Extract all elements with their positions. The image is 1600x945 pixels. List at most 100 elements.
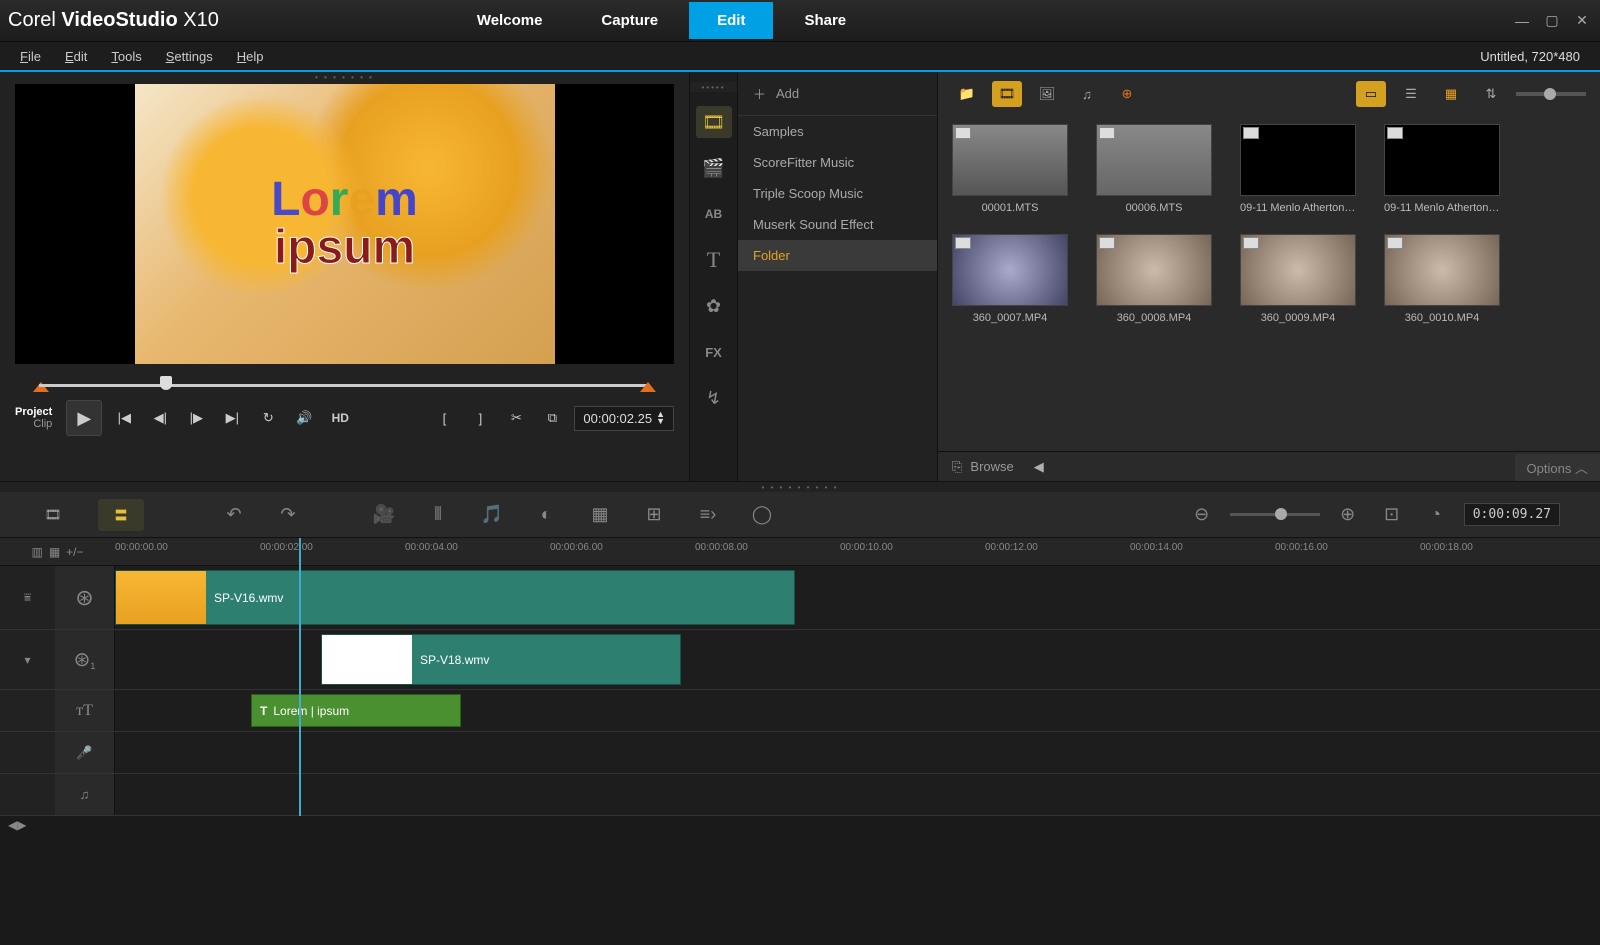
go-start-button[interactable]: |◀ bbox=[110, 404, 138, 432]
time-remap-button[interactable]: ≡› bbox=[692, 499, 724, 531]
sound-mixer-button[interactable]: ⫴ bbox=[422, 499, 454, 531]
folder-folder[interactable]: Folder bbox=[738, 240, 937, 271]
fit-project-button[interactable]: ⊡ bbox=[1376, 499, 1408, 531]
mode-clip-label[interactable]: Clip bbox=[33, 418, 52, 430]
repeat-button[interactable]: ↻ bbox=[254, 404, 282, 432]
mark-in-button[interactable]: [ bbox=[430, 404, 458, 432]
preview-timecode[interactable]: 00:00:02.25 ▲▼ bbox=[574, 406, 674, 431]
batch-icon[interactable]: ▦ bbox=[49, 545, 60, 559]
library-item[interactable]: 360_0009.MP4 bbox=[1240, 234, 1356, 324]
auto-music-button[interactable]: 🎵 bbox=[476, 499, 508, 531]
track-lock-area[interactable]: ⩸ bbox=[0, 566, 55, 629]
scrubber-handle[interactable] bbox=[160, 376, 172, 390]
preview-viewport[interactable]: Lorem ipsum bbox=[15, 84, 674, 364]
library-item[interactable]: 360_0008.MP4 bbox=[1096, 234, 1212, 324]
split-clip-button[interactable]: ✂ bbox=[502, 404, 530, 432]
tab-edit[interactable]: Edit bbox=[689, 2, 773, 39]
video-track-head[interactable]: ⊛ bbox=[55, 566, 115, 629]
multi-cam-button[interactable]: ⊞ bbox=[638, 499, 670, 531]
show-all-icon[interactable]: ▥ bbox=[31, 545, 42, 559]
panel-grip[interactable]: • • • • • • • • • bbox=[0, 482, 1600, 492]
track-motion-button[interactable]: ▦ bbox=[584, 499, 616, 531]
library-item[interactable]: 00006.MTS bbox=[1096, 124, 1212, 214]
timeline-timecode[interactable]: 0:00:09.27 bbox=[1464, 503, 1560, 526]
video-clip[interactable]: SP-V16.wmv bbox=[115, 570, 795, 625]
zoom-out-button[interactable]: ⊖ bbox=[1186, 499, 1218, 531]
title-track-body[interactable]: T Lorem | ipsum bbox=[115, 690, 1600, 731]
overlay-track-body[interactable]: ✹ SP-V18.wmv bbox=[115, 630, 1600, 689]
media-library-icon[interactable]: 🎞 bbox=[696, 106, 732, 138]
redo-button[interactable]: ↷ bbox=[272, 499, 304, 531]
menu-file[interactable]: File bbox=[20, 49, 41, 64]
track-lock-area[interactable]: ▾ bbox=[0, 630, 55, 689]
menu-help[interactable]: Help bbox=[237, 49, 264, 64]
go-end-button[interactable]: ▶| bbox=[218, 404, 246, 432]
panel-grip[interactable]: ••••• bbox=[690, 82, 737, 92]
filter-audio-icon[interactable]: ♫ bbox=[1072, 81, 1102, 107]
menu-edit[interactable]: Edit bbox=[65, 49, 87, 64]
playhead-line[interactable] bbox=[299, 566, 301, 816]
folder-muserk[interactable]: Muserk Sound Effect bbox=[738, 209, 937, 240]
transitions-icon[interactable]: AB bbox=[696, 198, 732, 230]
title-icon[interactable]: T bbox=[696, 244, 732, 276]
path-icon[interactable]: ↯ bbox=[696, 382, 732, 414]
timeline-view-button[interactable]: 〓 bbox=[98, 499, 144, 531]
library-item[interactable]: 360_0010.MP4 bbox=[1384, 234, 1500, 324]
hd-toggle-button[interactable]: HD bbox=[326, 404, 354, 432]
add-folder-button[interactable]: ＋ Add bbox=[738, 72, 937, 116]
prev-frame-button[interactable]: ◀| bbox=[146, 404, 174, 432]
mode-project-label[interactable]: Project bbox=[15, 406, 52, 418]
import-folder-icon[interactable]: 📁 bbox=[952, 81, 982, 107]
view-thumb-icon[interactable]: ▭ bbox=[1356, 81, 1386, 107]
browse-button[interactable]: ⎘ Browse bbox=[952, 459, 1014, 475]
volume-button[interactable]: 🔊 bbox=[290, 404, 318, 432]
panel-grip[interactable]: • • • • • • • bbox=[0, 72, 689, 82]
graphic-icon[interactable]: ✿ bbox=[696, 290, 732, 322]
close-button[interactable]: ✕ bbox=[1572, 11, 1592, 31]
sort-icon[interactable]: ⇅ bbox=[1476, 81, 1506, 107]
add-track-icon[interactable]: +/− bbox=[66, 545, 83, 559]
mark-out-button[interactable]: ] bbox=[466, 404, 494, 432]
view-grid-icon[interactable]: ▦ bbox=[1436, 81, 1466, 107]
record-button[interactable]: 🎥 bbox=[368, 499, 400, 531]
music-track-body[interactable] bbox=[115, 774, 1600, 815]
timecode-stepper-icon[interactable]: ▲▼ bbox=[656, 411, 665, 425]
undo-button[interactable]: ↶ bbox=[218, 499, 250, 531]
folder-samples[interactable]: Samples bbox=[738, 116, 937, 147]
play-button[interactable]: ▶ bbox=[66, 400, 102, 436]
overlay-track-head[interactable]: ⊛1 bbox=[55, 630, 115, 689]
filter-video-icon[interactable]: 🎞 bbox=[992, 81, 1022, 107]
video-track-body[interactable]: SP-V16.wmv bbox=[115, 566, 1600, 629]
maximize-button[interactable]: ▢ bbox=[1542, 11, 1562, 31]
folder-scorefitter[interactable]: ScoreFitter Music bbox=[738, 147, 937, 178]
scroll-left-icon[interactable]: ◀ bbox=[1034, 459, 1044, 475]
filter-photo-icon[interactable]: 🖼 bbox=[1032, 81, 1062, 107]
timeline-ruler[interactable]: ▥ ▦ +/− 00:00:00.00 00:00:02.00 00:00:04… bbox=[0, 538, 1600, 566]
library-item[interactable]: 09-11 Menlo Atherton - ... bbox=[1240, 124, 1356, 214]
mark-out-icon[interactable] bbox=[640, 382, 656, 392]
voice-track-head[interactable]: 🎤 bbox=[55, 732, 115, 773]
scrubber-track[interactable] bbox=[39, 384, 650, 387]
multi-trim-button[interactable]: ◐ bbox=[530, 499, 562, 531]
storyboard-view-button[interactable]: 🎞 bbox=[30, 499, 76, 531]
lock-icon[interactable]: ⩸ bbox=[24, 590, 31, 605]
menu-settings[interactable]: Settings bbox=[166, 49, 213, 64]
enlarge-button[interactable]: ⧉ bbox=[538, 404, 566, 432]
zoom-slider[interactable] bbox=[1230, 513, 1320, 516]
title-track-head[interactable]: ᴛT bbox=[55, 690, 115, 731]
minimize-button[interactable]: — bbox=[1512, 11, 1532, 31]
next-frame-button[interactable]: |▶ bbox=[182, 404, 210, 432]
scroll-left-icon[interactable]: ◀▶ bbox=[8, 818, 26, 832]
overlay-clip[interactable]: ✹ SP-V18.wmv bbox=[321, 634, 681, 685]
folder-triple-scoop[interactable]: Triple Scoop Music bbox=[738, 178, 937, 209]
library-item[interactable]: 360_0007.MP4 bbox=[952, 234, 1068, 324]
pan-zoom-button[interactable]: ◯ bbox=[746, 499, 778, 531]
preview-mode-labels[interactable]: Project Clip bbox=[15, 406, 52, 430]
voice-track-body[interactable] bbox=[115, 732, 1600, 773]
thumb-size-slider[interactable] bbox=[1516, 92, 1586, 96]
menu-tools[interactable]: Tools bbox=[111, 49, 141, 64]
view-list-icon[interactable]: ☰ bbox=[1396, 81, 1426, 107]
instant-project-icon[interactable]: 🎬 bbox=[696, 152, 732, 184]
timeline-scrollbar[interactable]: ◀▶ bbox=[0, 816, 1600, 834]
zoom-in-button[interactable]: ⊕ bbox=[1332, 499, 1364, 531]
